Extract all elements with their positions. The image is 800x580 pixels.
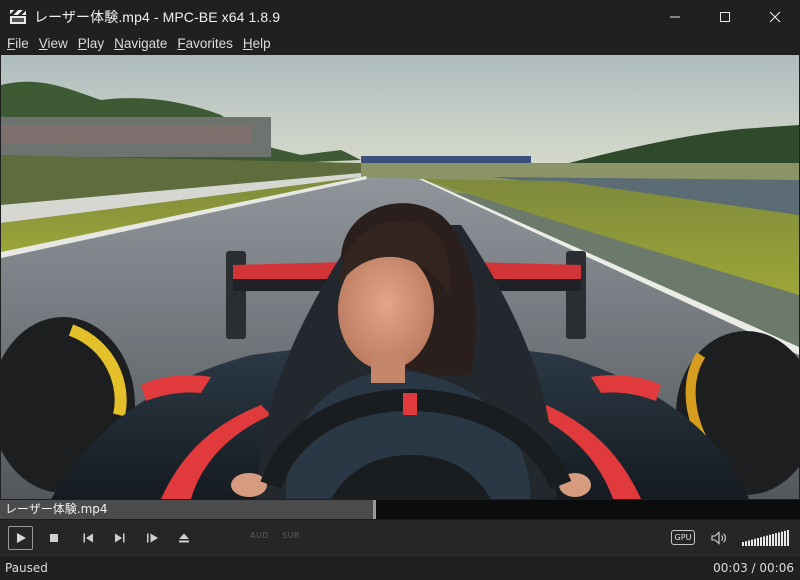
volume-bar bbox=[775, 533, 777, 546]
play-button[interactable] bbox=[8, 526, 33, 550]
window-controls bbox=[650, 0, 800, 33]
next-icon bbox=[115, 533, 125, 543]
seek-thumb[interactable] bbox=[373, 500, 376, 519]
window-title: レーザー体験.mp4 - MPC-BE x64 1.8.9 bbox=[34, 8, 281, 25]
time-display: 00:03 / 00:06 bbox=[713, 561, 794, 575]
gpu-indicator[interactable]: GPU bbox=[671, 530, 695, 545]
menu-bar: File View Play Navigate Favorites Help bbox=[0, 33, 800, 55]
mute-button[interactable] bbox=[708, 526, 730, 550]
volume-bar bbox=[784, 530, 786, 546]
previous-button[interactable] bbox=[77, 526, 99, 550]
eject-button[interactable] bbox=[173, 526, 195, 550]
volume-bar bbox=[772, 534, 774, 546]
menu-navigate[interactable]: Navigate bbox=[109, 33, 172, 55]
stop-icon bbox=[50, 534, 58, 542]
volume-bar bbox=[760, 537, 762, 546]
minimize-icon bbox=[670, 16, 680, 17]
speaker-icon bbox=[711, 531, 726, 545]
clapperboard-icon[interactable] bbox=[10, 9, 26, 24]
play-icon bbox=[16, 533, 26, 543]
eject-icon bbox=[179, 533, 189, 543]
volume-bar bbox=[745, 541, 747, 546]
menu-file[interactable]: File bbox=[2, 33, 34, 55]
volume-bar bbox=[781, 531, 783, 546]
frame-step-icon bbox=[146, 533, 158, 543]
volume-bar bbox=[751, 539, 753, 546]
minimize-button[interactable] bbox=[650, 0, 700, 33]
seek-bar[interactable]: レーザー体験.mp4 bbox=[0, 500, 800, 519]
stop-button[interactable] bbox=[43, 526, 65, 550]
volume-bar bbox=[754, 538, 756, 546]
volume-bar bbox=[742, 542, 744, 546]
menu-play[interactable]: Play bbox=[73, 33, 109, 55]
volume-bar bbox=[757, 538, 759, 546]
subtitle-indicator: SUB bbox=[282, 531, 300, 540]
volume-bar bbox=[766, 535, 768, 546]
menu-help[interactable]: Help bbox=[238, 33, 276, 55]
volume-bar bbox=[769, 534, 771, 546]
menu-view[interactable]: View bbox=[34, 33, 73, 55]
menu-favorites[interactable]: Favorites bbox=[172, 33, 238, 55]
previous-icon bbox=[83, 533, 93, 543]
video-display[interactable] bbox=[1, 55, 799, 499]
status-bar: Paused 00:03 / 00:06 bbox=[0, 555, 800, 580]
playback-state: Paused bbox=[5, 561, 48, 575]
volume-slider[interactable] bbox=[740, 528, 790, 548]
seek-file-title: レーザー体験.mp4 bbox=[5, 502, 108, 516]
volume-bar bbox=[787, 530, 789, 546]
volume-bar bbox=[763, 536, 765, 546]
frame-step-button[interactable] bbox=[141, 526, 163, 550]
maximize-icon bbox=[720, 11, 730, 22]
video-frame bbox=[1, 55, 799, 499]
control-bar: AUD SUB GPU bbox=[0, 519, 800, 555]
audio-indicator: AUD bbox=[250, 531, 269, 540]
volume-bar bbox=[748, 540, 750, 546]
next-button[interactable] bbox=[109, 526, 131, 550]
volume-bar bbox=[778, 532, 780, 546]
player-window: レーザー体験.mp4 - MPC-BE x64 1.8.9 File View … bbox=[0, 0, 800, 580]
title-bar[interactable]: レーザー体験.mp4 - MPC-BE x64 1.8.9 bbox=[0, 0, 800, 33]
close-button[interactable] bbox=[750, 0, 800, 33]
close-icon bbox=[769, 11, 781, 22]
maximize-button[interactable] bbox=[700, 0, 750, 33]
